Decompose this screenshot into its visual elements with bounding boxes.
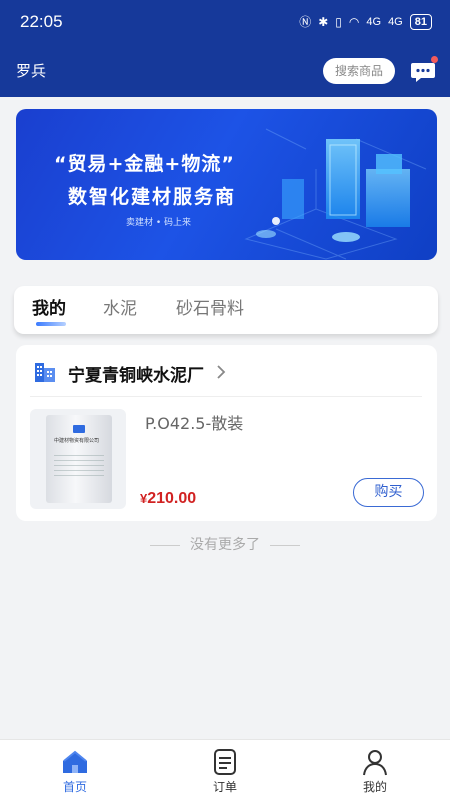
status-bar: 22:05 Ⓝ ✱ ▯ ◠ 4G 4G 81 bbox=[0, 0, 450, 44]
bluetooth-icon: ✱ bbox=[318, 14, 329, 29]
bag-brand-text: 中建材物资有限公司 bbox=[54, 438, 100, 444]
hint-line-right bbox=[270, 544, 300, 546]
battery-icon: 81 bbox=[409, 13, 432, 30]
store-card: 宁夏青铜峡水泥厂 中建材物资有限公司 P.O42.5-散装 ¥210.00 购买 bbox=[16, 345, 437, 521]
bottom-tab-bar: 首页 订单 我的 bbox=[0, 739, 450, 800]
hint-line-left bbox=[150, 544, 180, 546]
tabbar-profile-label: 我的 bbox=[362, 780, 387, 794]
building-icon bbox=[35, 363, 55, 382]
bag-print-lines bbox=[54, 455, 104, 479]
message-icon bbox=[411, 63, 435, 82]
banner-slogan: “贸易+金融+物流” bbox=[54, 153, 235, 175]
user-name: 罗兵 bbox=[16, 62, 47, 80]
product-price: ¥210.00 bbox=[140, 490, 196, 508]
no-more-text: 没有更多了 bbox=[190, 537, 260, 553]
banner-title: 数智化建材服务商 bbox=[68, 186, 237, 208]
buy-button[interactable]: 购买 bbox=[353, 478, 424, 507]
wifi-icon: ◠ bbox=[348, 14, 360, 29]
tab-mine[interactable]: 我的 bbox=[32, 294, 66, 319]
top-header: 22:05 Ⓝ ✱ ▯ ◠ 4G 4G 81 罗兵 搜索商品 bbox=[0, 0, 450, 97]
store-name[interactable]: 宁夏青铜峡水泥厂 bbox=[68, 361, 204, 386]
order-icon bbox=[214, 749, 236, 775]
no-more-hint: 没有更多了 bbox=[0, 534, 450, 554]
tab-cement[interactable]: 水泥 bbox=[103, 294, 137, 319]
tabbar-orders[interactable]: 订单 bbox=[150, 740, 300, 800]
bag-logo bbox=[73, 425, 85, 433]
cement-bag-image: 中建材物资有限公司 bbox=[46, 415, 112, 503]
message-button[interactable] bbox=[410, 56, 438, 84]
active-tab-indicator bbox=[36, 322, 66, 326]
signal-4g-icon-2: 4G bbox=[388, 15, 403, 28]
banner-subtitle: 卖建材 • 码上来 bbox=[126, 218, 192, 228]
tabbar-home-label: 首页 bbox=[62, 780, 87, 794]
tab-aggregate[interactable]: 砂石骨料 bbox=[176, 294, 244, 319]
vibrate-icon: ▯ bbox=[335, 14, 342, 29]
home-icon bbox=[63, 750, 87, 773]
tabbar-orders-label: 订单 bbox=[212, 780, 237, 794]
chevron-right-icon[interactable] bbox=[216, 365, 226, 379]
product-name[interactable]: P.O42.5-散装 bbox=[145, 410, 243, 434]
search-button[interactable]: 搜索商品 bbox=[323, 58, 395, 84]
tabbar-home[interactable]: 首页 bbox=[0, 740, 150, 800]
user-icon bbox=[363, 750, 387, 776]
promo-banner[interactable]: “贸易+金融+物流” 数智化建材服务商 卖建材 • 码上来 bbox=[16, 109, 437, 260]
divider bbox=[30, 396, 422, 397]
product-image[interactable]: 中建材物资有限公司 bbox=[30, 409, 126, 509]
tabbar-profile[interactable]: 我的 bbox=[300, 740, 450, 800]
category-tabs: 我的 水泥 砂石骨料 bbox=[14, 286, 438, 334]
signal-4g-icon: 4G bbox=[366, 15, 382, 28]
status-time: 22:05 bbox=[20, 12, 63, 31]
nfc-icon: Ⓝ bbox=[299, 15, 312, 29]
price-value: 210.00 bbox=[147, 490, 197, 507]
status-icons: Ⓝ ✱ ▯ ◠ 4G 4G 81 bbox=[299, 13, 432, 30]
notification-dot bbox=[431, 56, 438, 63]
